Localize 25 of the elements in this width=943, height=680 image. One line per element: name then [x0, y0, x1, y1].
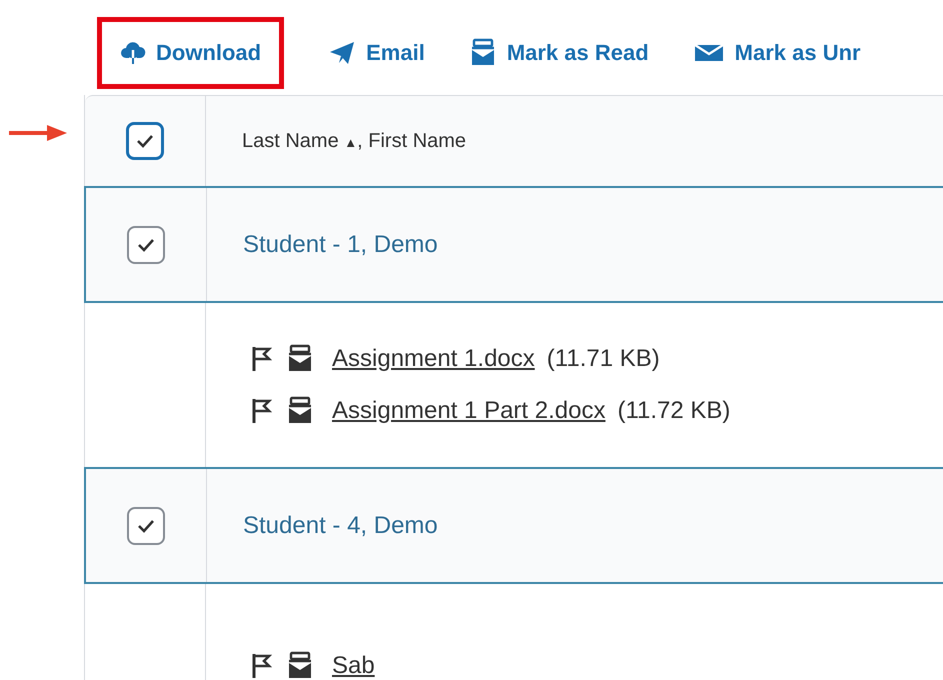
student-name-link[interactable]: Student - 4, Demo: [243, 512, 438, 540]
file-link[interactable]: Sab: [332, 652, 375, 680]
file-link[interactable]: Assignment 1.docx: [332, 345, 535, 373]
flag-icon[interactable]: [250, 652, 272, 680]
cloud-download-icon: [120, 40, 146, 66]
paper-plane-icon: [328, 40, 356, 66]
select-all-checkbox[interactable]: [126, 122, 164, 160]
flag-icon[interactable]: [250, 397, 272, 425]
checkmark-icon: [136, 236, 156, 252]
student-name-link[interactable]: Student - 1, Demo: [243, 230, 438, 258]
column-header[interactable]: First Name: [368, 130, 466, 152]
file-size: (11.72 KB): [617, 397, 730, 425]
checkmark-icon: [136, 518, 156, 534]
file-size: (11.71 KB): [546, 345, 660, 373]
toolbar-button[interactable]: Email: [328, 17, 425, 89]
checkmark-icon: [135, 133, 155, 149]
toolbar-button[interactable]: Mark as Read: [468, 17, 649, 89]
sort-column-header[interactable]: Last Name ▲: [242, 130, 358, 152]
file-link[interactable]: Assignment 1 Part 2.docx: [332, 397, 606, 425]
row-checkbox[interactable]: [127, 506, 165, 544]
toolbar-button[interactable]: Download: [97, 17, 284, 89]
row-checkbox[interactable]: [127, 226, 165, 264]
toolbar-button[interactable]: Mark as Unr: [692, 17, 861, 89]
separator-text: ,: [357, 130, 364, 152]
flag-icon[interactable]: [250, 345, 272, 373]
